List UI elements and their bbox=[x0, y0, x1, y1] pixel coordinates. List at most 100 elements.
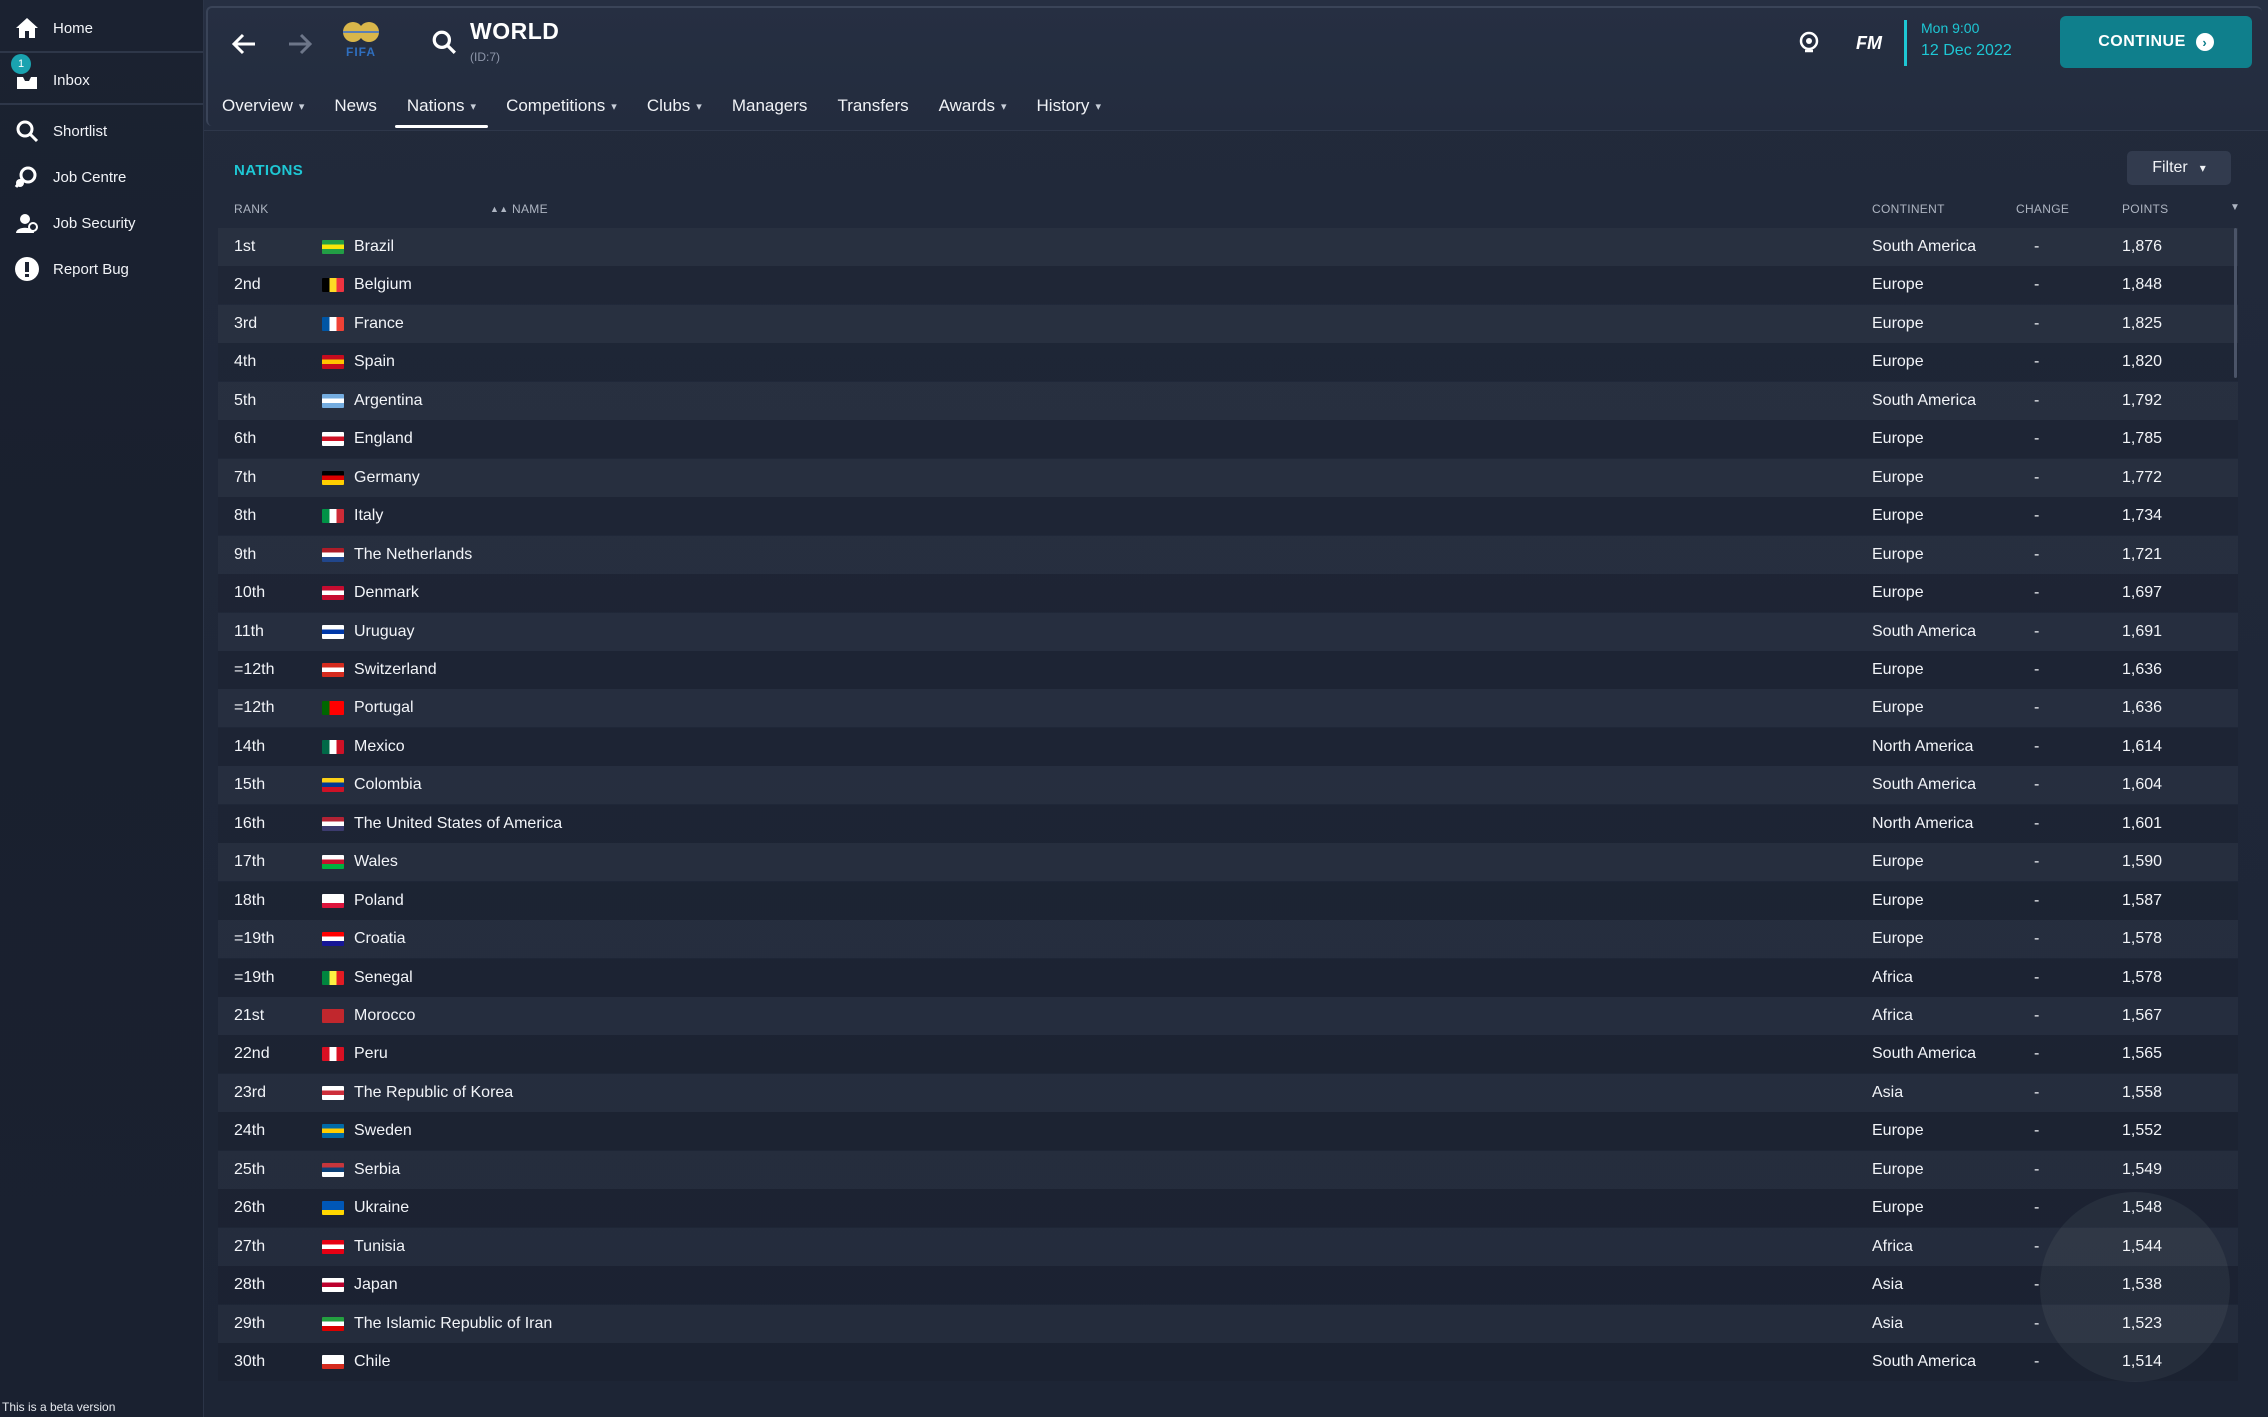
nation-name-link[interactable]: Italy bbox=[354, 507, 383, 525]
rank-cell: =12th bbox=[234, 660, 275, 678]
tab-history[interactable]: History ▾ bbox=[1037, 88, 1101, 124]
table-row[interactable]: 8th Italy Europe - 1,734 bbox=[218, 497, 2238, 536]
nation-name-link[interactable]: England bbox=[354, 430, 413, 448]
table-row[interactable]: 23rd The Republic of Korea Asia - 1,558 bbox=[218, 1074, 2238, 1112]
table-row[interactable]: 28th Japan Asia - 1,538 bbox=[218, 1266, 2238, 1305]
tab-managers[interactable]: Managers bbox=[732, 88, 808, 124]
nation-name-link[interactable]: Peru bbox=[354, 1045, 388, 1063]
tab-clubs[interactable]: Clubs ▾ bbox=[647, 88, 702, 124]
table-row[interactable]: 18th Poland Europe - 1,587 bbox=[218, 881, 2238, 920]
table-row[interactable]: 27th Tunisia Africa - 1,544 bbox=[218, 1228, 2238, 1266]
table-row[interactable]: 24th Sweden Europe - 1,552 bbox=[218, 1112, 2238, 1151]
nation-name-link[interactable]: Uruguay bbox=[354, 623, 414, 641]
scrollbar[interactable] bbox=[2234, 228, 2237, 378]
nation-name-link[interactable]: Chile bbox=[354, 1353, 390, 1371]
table-row[interactable]: 22nd Peru South America - 1,565 bbox=[218, 1035, 2238, 1074]
sidebar-item-report-bug[interactable]: Report Bug bbox=[0, 247, 203, 291]
column-options-icon[interactable]: ▼ bbox=[2230, 202, 2240, 213]
flag-icon bbox=[322, 778, 344, 793]
nation-name-link[interactable]: Tunisia bbox=[354, 1238, 405, 1256]
change-cell: - bbox=[2034, 276, 2040, 294]
filter-button[interactable]: Filter ▾ bbox=[2127, 151, 2231, 185]
tab-label: Competitions bbox=[506, 96, 606, 115]
table-row[interactable]: 21st Morocco Africa - 1,567 bbox=[218, 997, 2238, 1035]
fm-logo-button[interactable]: FM bbox=[1844, 28, 1894, 58]
nation-name-link[interactable]: Japan bbox=[354, 1276, 398, 1294]
nation-name-link[interactable]: Serbia bbox=[354, 1161, 400, 1179]
nation-name-link[interactable]: The Netherlands bbox=[354, 546, 472, 564]
table-row[interactable]: =12th Portugal Europe - 1,636 bbox=[218, 689, 2238, 727]
nation-name-link[interactable]: Ukraine bbox=[354, 1199, 409, 1217]
table-row[interactable]: 6th England Europe - 1,785 bbox=[218, 420, 2238, 459]
table-row[interactable]: 7th Germany Europe - 1,772 bbox=[218, 459, 2238, 497]
search-button[interactable] bbox=[426, 24, 462, 60]
nation-name-link[interactable]: The Islamic Republic of Iran bbox=[354, 1315, 552, 1333]
tab-news[interactable]: News bbox=[334, 88, 377, 124]
nation-name-link[interactable]: Croatia bbox=[354, 930, 406, 948]
table-row[interactable]: 30th Chile South America - 1,514 bbox=[218, 1343, 2238, 1382]
game-menu-button[interactable] bbox=[1794, 28, 1824, 58]
continent-cell: Europe bbox=[1872, 930, 1924, 948]
tab-overview[interactable]: Overview ▾ bbox=[222, 88, 304, 124]
table-row[interactable]: =19th Croatia Europe - 1,578 bbox=[218, 920, 2238, 958]
continent-cell: Europe bbox=[1872, 468, 1924, 486]
column-continent[interactable]: CONTINENT bbox=[1872, 202, 1945, 216]
nation-name-link[interactable]: France bbox=[354, 315, 404, 333]
table-row[interactable]: 17th Wales Europe - 1,590 bbox=[218, 843, 2238, 881]
table-row[interactable]: 4th Spain Europe - 1,820 bbox=[218, 343, 2238, 382]
nation-name-link[interactable]: Colombia bbox=[354, 776, 422, 794]
tab-competitions[interactable]: Competitions ▾ bbox=[506, 88, 617, 124]
table-row[interactable]: 11th Uruguay South America - 1,691 bbox=[218, 613, 2238, 651]
nation-name-link[interactable]: Poland bbox=[354, 892, 404, 910]
table-row[interactable]: 15th Colombia South America - 1,604 bbox=[218, 766, 2238, 804]
sidebar-item-shortlist[interactable]: Shortlist bbox=[0, 109, 203, 153]
nation-name-link[interactable]: Senegal bbox=[354, 969, 413, 987]
nation-name-link[interactable]: Wales bbox=[354, 853, 398, 871]
tab-nations[interactable]: Nations ▾ bbox=[394, 88, 489, 128]
nation-name-link[interactable]: Switzerland bbox=[354, 661, 437, 679]
table-row[interactable]: 25th Serbia Europe - 1,549 bbox=[218, 1151, 2238, 1189]
nation-name-link[interactable]: The United States of America bbox=[354, 815, 562, 833]
table-row[interactable]: 14th Mexico North America - 1,614 bbox=[218, 727, 2238, 766]
main-panel: FIFA WORLD (ID:7) FM Mon 9:00 12 Dec 202… bbox=[204, 0, 2268, 1417]
sidebar-item-inbox[interactable]: 1 Inbox bbox=[0, 54, 203, 102]
table-row[interactable]: 10th Denmark Europe - 1,697 bbox=[218, 574, 2238, 613]
nation-name-link[interactable]: Germany bbox=[354, 469, 420, 487]
table-row[interactable]: 1st Brazil South America - 1,876 bbox=[218, 228, 2238, 266]
nation-name-link[interactable]: Brazil bbox=[354, 238, 394, 256]
table-row[interactable]: 2nd Belgium Europe - 1,848 bbox=[218, 266, 2238, 305]
flag-icon bbox=[322, 1355, 344, 1370]
tab-transfers[interactable]: Transfers bbox=[837, 88, 908, 124]
nation-name-link[interactable]: Mexico bbox=[354, 738, 405, 756]
continue-button[interactable]: CONTINUE › bbox=[2060, 16, 2252, 68]
column-points[interactable]: POINTS bbox=[2122, 202, 2168, 216]
nation-name-link[interactable]: Argentina bbox=[354, 392, 423, 410]
table-row[interactable]: =19th Senegal Africa - 1,578 bbox=[218, 958, 2238, 997]
table-row[interactable]: =12th Switzerland Europe - 1,636 bbox=[218, 650, 2238, 689]
sidebar-item-home[interactable]: Home bbox=[0, 6, 203, 50]
column-name[interactable]: NAME bbox=[512, 202, 548, 216]
continent-cell: Asia bbox=[1872, 1276, 1904, 1294]
table-row[interactable]: 16th The United States of America North Am… bbox=[218, 804, 2238, 843]
chevron-down-icon: ▾ bbox=[298, 100, 305, 113]
nation-name-link[interactable]: Portugal bbox=[354, 699, 414, 717]
back-button[interactable] bbox=[224, 24, 264, 64]
column-rank[interactable]: RANK bbox=[234, 202, 269, 216]
sidebar-item-job-centre[interactable]: Job Centre bbox=[0, 155, 203, 199]
table-row[interactable]: 3rd France Europe - 1,825 bbox=[218, 305, 2238, 343]
table-row[interactable]: 5th Argentina South America - 1,792 bbox=[218, 382, 2238, 420]
points-cell: 1,825 bbox=[2122, 314, 2163, 332]
tab-awards[interactable]: Awards ▾ bbox=[939, 88, 1007, 124]
nation-name-link[interactable]: Morocco bbox=[354, 1007, 415, 1025]
table-row[interactable]: 9th The Netherlands Europe - 1,721 bbox=[218, 536, 2238, 574]
table-row[interactable]: 29th The Islamic Republic of Iran Asia - 1,5… bbox=[218, 1305, 2238, 1343]
table-row[interactable]: 26th Ukraine Europe - 1,548 bbox=[218, 1189, 2238, 1228]
nation-name-link[interactable]: Spain bbox=[354, 353, 395, 371]
forward-button[interactable] bbox=[280, 24, 320, 64]
column-change[interactable]: CHANGE bbox=[2016, 202, 2069, 216]
sidebar-item-job-security[interactable]: Job Security bbox=[0, 201, 203, 245]
nation-name-link[interactable]: Sweden bbox=[354, 1122, 412, 1140]
nation-name-link[interactable]: Belgium bbox=[354, 276, 412, 294]
nation-name-link[interactable]: Denmark bbox=[354, 584, 419, 602]
nation-name-link[interactable]: The Republic of Korea bbox=[354, 1084, 513, 1102]
